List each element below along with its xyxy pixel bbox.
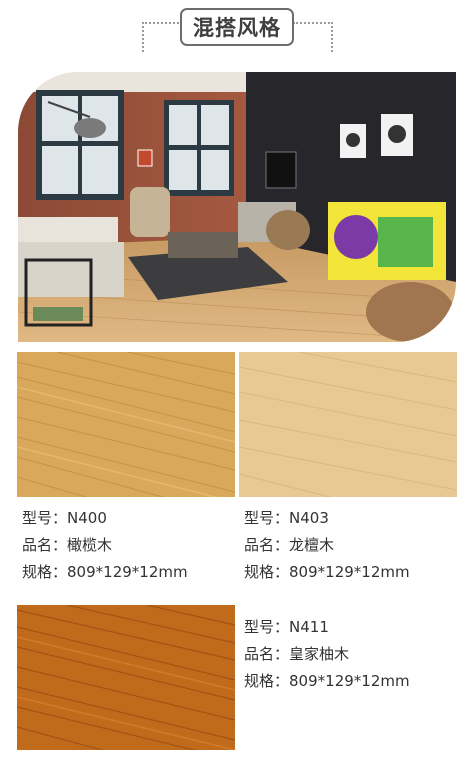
wood-swatch-n400 <box>17 352 235 497</box>
window-right <box>164 100 234 196</box>
model-label: 型号： <box>244 509 290 527</box>
spec-row: 规格：809*129*12mm <box>244 668 410 695</box>
header-decoration-right-vertical <box>331 22 333 52</box>
product-spec-n400: 型号：N400 品名：橄榄木 规格：809*129*12mm <box>22 505 188 586</box>
name-row: 品名：橄榄木 <box>22 532 188 559</box>
section-title: 混搭风格 <box>180 8 294 46</box>
header-decoration-left <box>142 22 182 24</box>
name-row: 品名：龙檀木 <box>244 532 410 559</box>
model-label: 型号： <box>22 509 68 527</box>
spec-label: 规格： <box>22 563 68 581</box>
product-spec-n403: 型号：N403 品名：龙檀木 规格：809*129*12mm <box>244 505 410 586</box>
room-photo <box>18 72 456 342</box>
model-value: N403 <box>289 509 329 527</box>
spec-label: 规格： <box>244 563 290 581</box>
wood-swatch-n403 <box>239 352 457 497</box>
product-spec-n411: 型号：N411 品名：皇家柚木 规格：809*129*12mm <box>244 614 410 695</box>
wood-swatch-n411 <box>17 605 235 750</box>
model-row: 型号：N403 <box>244 505 410 532</box>
name-label: 品名： <box>244 536 290 554</box>
model-label: 型号： <box>244 618 290 636</box>
spec-row: 规格：809*129*12mm <box>244 559 410 586</box>
header-decoration-right <box>293 22 333 24</box>
spec-row: 规格：809*129*12mm <box>22 559 188 586</box>
model-value: N411 <box>289 618 329 636</box>
spec-label: 规格： <box>244 672 290 690</box>
section-header: 混搭风格 <box>0 0 474 70</box>
spec-value: 809*129*12mm <box>289 672 410 690</box>
name-value: 皇家柚木 <box>289 645 350 663</box>
header-decoration-left-vertical <box>142 22 144 52</box>
model-value: N400 <box>67 509 107 527</box>
name-value: 龙檀木 <box>289 536 335 554</box>
name-label: 品名： <box>22 536 68 554</box>
name-label: 品名： <box>244 645 290 663</box>
window-left <box>36 90 124 200</box>
spec-value: 809*129*12mm <box>289 563 410 581</box>
name-value: 橄榄木 <box>67 536 113 554</box>
name-row: 品名：皇家柚木 <box>244 641 410 668</box>
model-row: 型号：N411 <box>244 614 410 641</box>
spec-value: 809*129*12mm <box>67 563 188 581</box>
model-row: 型号：N400 <box>22 505 188 532</box>
